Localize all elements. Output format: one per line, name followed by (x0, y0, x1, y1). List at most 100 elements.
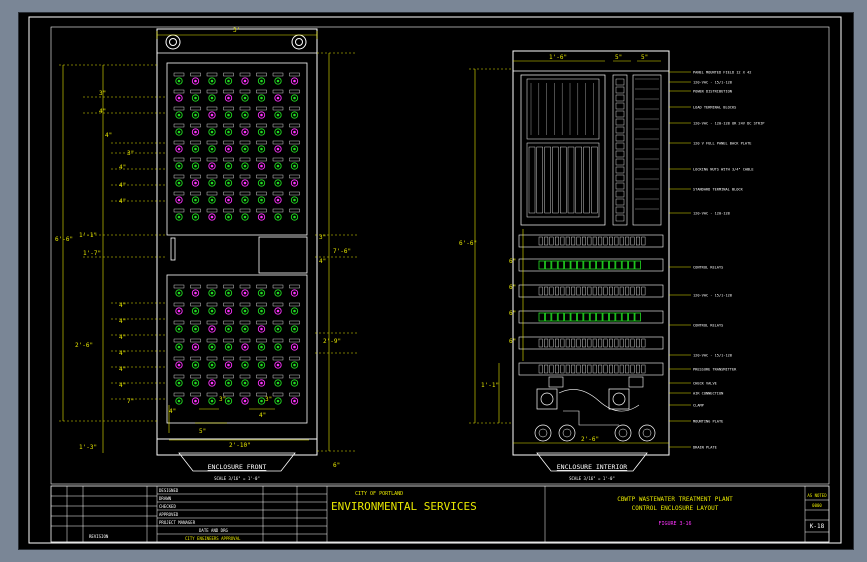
pilot-light-lens (227, 198, 230, 202)
dim-bottom-width: 2'-10" (229, 442, 251, 449)
svg-text:3": 3" (219, 396, 226, 403)
pilot-light-lens (227, 79, 230, 83)
pilot-light-lens (210, 181, 214, 185)
device-nameplate (223, 123, 234, 128)
pilot-light-lens (260, 381, 263, 385)
dim-interior-top-c: 5" (641, 54, 648, 61)
control-relay (602, 260, 609, 270)
terminal (582, 364, 586, 374)
terminal (625, 364, 630, 374)
svg-text:5": 5" (199, 428, 206, 435)
device-nameplate (289, 392, 300, 397)
device-nameplate (190, 72, 201, 77)
dim-overall-height: 7'-6" (333, 248, 351, 255)
pilot-light-lens (227, 113, 230, 117)
pilot-light-lens (276, 381, 280, 385)
io-card (591, 146, 598, 214)
device-nameplate (223, 174, 234, 179)
terminal (603, 286, 608, 296)
device-nameplate (206, 191, 218, 196)
transmitter (536, 388, 558, 410)
pilot-light-lens (276, 363, 280, 367)
terminal (555, 286, 559, 296)
device-nameplate (173, 89, 185, 94)
pilot-light-lens (276, 130, 280, 134)
pilot-light-lens (260, 79, 263, 83)
device-nameplate (173, 302, 185, 307)
device-nameplate (206, 338, 218, 343)
device-nameplate (256, 174, 267, 179)
tb-row-pm: PROJECT MANAGER (159, 520, 196, 525)
device-nameplate (239, 89, 251, 94)
device-nameplate (272, 338, 284, 343)
interior-terminal-rows (518, 234, 664, 376)
tb-figure: FIGURE 3-16 (658, 521, 691, 527)
terminal (565, 338, 570, 348)
svg-text:6": 6" (509, 258, 516, 265)
terminal (587, 338, 592, 348)
terminal-block (615, 78, 625, 86)
io-card (528, 146, 536, 214)
terminal (560, 338, 565, 348)
pilot-light-lens (210, 113, 214, 117)
sheet-border (28, 16, 842, 544)
terminal-block (615, 198, 625, 206)
device-nameplate (256, 302, 267, 307)
device-nameplate (256, 208, 267, 213)
device-nameplate (289, 284, 300, 289)
callout-label: CONTROL RELAYS (693, 324, 723, 328)
svg-text:6": 6" (509, 338, 516, 345)
pilot-light-lens (227, 96, 230, 100)
terminal (619, 286, 624, 296)
air-tube (563, 410, 619, 426)
svg-text:4": 4" (119, 366, 126, 373)
svg-text:4": 4" (169, 408, 176, 415)
pilot-light-lens (293, 345, 296, 349)
terminal-block (615, 206, 625, 214)
pilot-light-lens (194, 96, 197, 100)
terminal (576, 236, 581, 246)
terminal (598, 286, 603, 296)
pilot-light-lens (177, 399, 181, 403)
pilot-light-lens (194, 147, 197, 151)
terminal (630, 364, 635, 374)
io-card (560, 146, 567, 214)
device-nameplate (272, 72, 284, 77)
tb-org-top: CITY OF PORTLAND (355, 491, 403, 497)
device-nameplate (256, 72, 267, 77)
device-nameplate (223, 374, 234, 379)
pilot-light-lens (260, 291, 263, 295)
terminal-block (615, 102, 625, 110)
pilot-light-lens (210, 399, 214, 403)
terminal-block (615, 182, 625, 190)
device-nameplate (223, 89, 234, 94)
pilot-light-lens (210, 96, 214, 100)
svg-text:6": 6" (509, 310, 516, 317)
pilot-light-lens (227, 215, 230, 219)
svg-text:4": 4" (119, 182, 126, 189)
terminal (587, 286, 592, 296)
pilot-light-lens (194, 363, 197, 367)
callout-label: CLAMP (693, 404, 704, 408)
terminal (576, 338, 581, 348)
device-nameplate (223, 356, 234, 361)
pilot-light-lens (276, 198, 280, 202)
device-nameplate (223, 72, 234, 77)
interior-view: ENCLOSURE INTERIOR SCALE 3/16" = 1'-0" 1… (459, 50, 764, 481)
pilot-light-lens (227, 147, 230, 151)
device-nameplate (239, 356, 251, 361)
pilot-light-lens (177, 130, 181, 134)
pilot-light-lens (276, 309, 280, 313)
terminal (625, 286, 630, 296)
device-nameplate (289, 72, 300, 77)
pilot-light-lens (194, 79, 197, 83)
terminal-block (615, 126, 625, 134)
dim-base: 6" (333, 462, 340, 469)
device-nameplate (239, 320, 251, 325)
dim-right-c: 4" (319, 258, 326, 265)
callout-label: MOUNTING PLATE (693, 420, 723, 424)
pilot-light-lens (227, 309, 230, 313)
air-tube (558, 389, 640, 412)
pilot-light-lens (210, 327, 214, 331)
drain-fitting-inner (618, 428, 628, 438)
